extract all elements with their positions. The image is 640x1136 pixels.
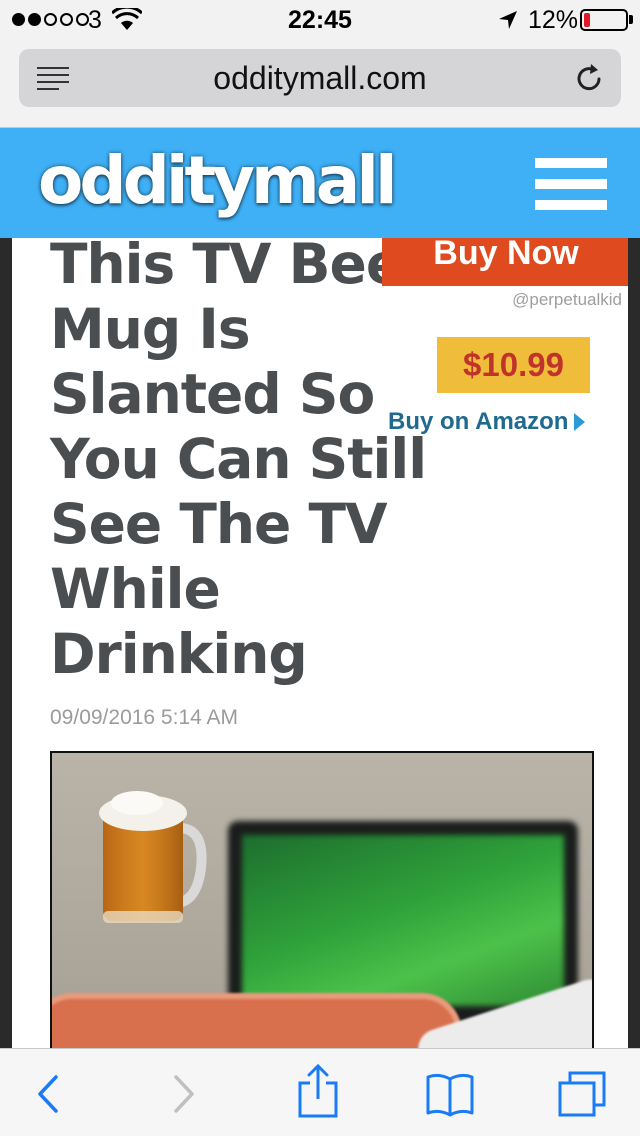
buy-now-button[interactable]: Buy Now [382, 238, 628, 286]
forward-icon[interactable] [156, 1069, 208, 1119]
buy-on-amazon-label: Buy on Amazon [388, 408, 569, 435]
article-image[interactable] [50, 751, 594, 1048]
browser-toolbar [0, 1048, 640, 1136]
battery-nub [629, 15, 633, 24]
battery-percent: 12% [528, 6, 579, 34]
site-logo[interactable]: odditymall [38, 142, 398, 219]
article-content: This TV Beer Mug Is Slanted So You Can S… [12, 238, 628, 1048]
share-icon[interactable] [292, 1063, 344, 1119]
article-date: 09/09/2016 5:14 AM [50, 706, 238, 729]
status-bar: 3 22:45 12% [0, 0, 640, 40]
site-header: odditymall [0, 128, 640, 238]
address-bar[interactable]: odditymall.com [19, 49, 621, 107]
arrow-right-icon [574, 413, 586, 431]
price-tag[interactable]: $10.99 [437, 337, 590, 393]
beer-mug-illustration [99, 791, 207, 923]
tray-illustration [52, 993, 462, 1048]
reload-icon[interactable] [573, 62, 605, 94]
location-arrow-icon [499, 11, 517, 29]
bookmarks-icon[interactable] [424, 1069, 476, 1119]
back-icon[interactable] [26, 1069, 78, 1119]
article-title: This TV Beer Mug Is Slanted So You Can S… [50, 238, 429, 686]
safari-screen: 3 22:45 12% odditymall.com odditymall Th… [0, 0, 640, 1136]
url-text[interactable]: odditymall.com [19, 60, 621, 97]
buy-on-amazon-link[interactable]: Buy on Amazon [388, 408, 586, 436]
tabs-icon[interactable] [556, 1069, 608, 1119]
battery-icon [580, 9, 628, 31]
photo-credit: @perpetualkid [512, 290, 622, 309]
menu-icon[interactable] [535, 158, 607, 210]
browser-address-area: odditymall.com [0, 40, 640, 128]
